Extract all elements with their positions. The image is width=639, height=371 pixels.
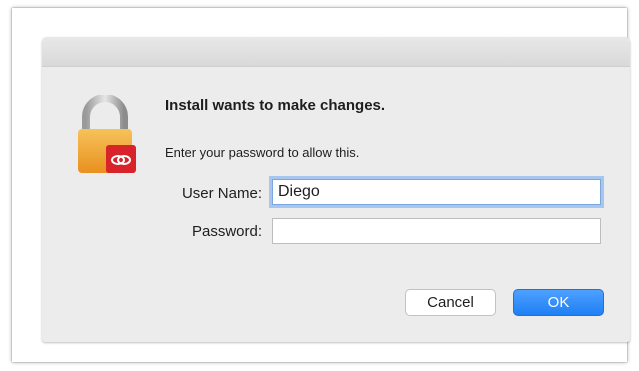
cancel-button[interactable]: Cancel: [405, 289, 496, 316]
password-field[interactable]: [272, 218, 601, 244]
username-label: User Name:: [181, 185, 262, 202]
password-label: Password:: [191, 223, 262, 240]
auth-dialog: Install wants to make changes. Enter you…: [42, 37, 630, 342]
dialog-titlebar: [42, 37, 630, 67]
lock-icon: [78, 95, 136, 173]
username-field[interactable]: [272, 179, 601, 205]
dialog-heading: Install wants to make changes.: [165, 97, 386, 114]
screenshot-frame: Install wants to make changes. Enter you…: [12, 8, 630, 362]
ok-button[interactable]: OK: [513, 289, 604, 316]
dialog-message: Enter your password to allow this.: [165, 145, 360, 160]
creative-cloud-icon: [106, 145, 136, 173]
